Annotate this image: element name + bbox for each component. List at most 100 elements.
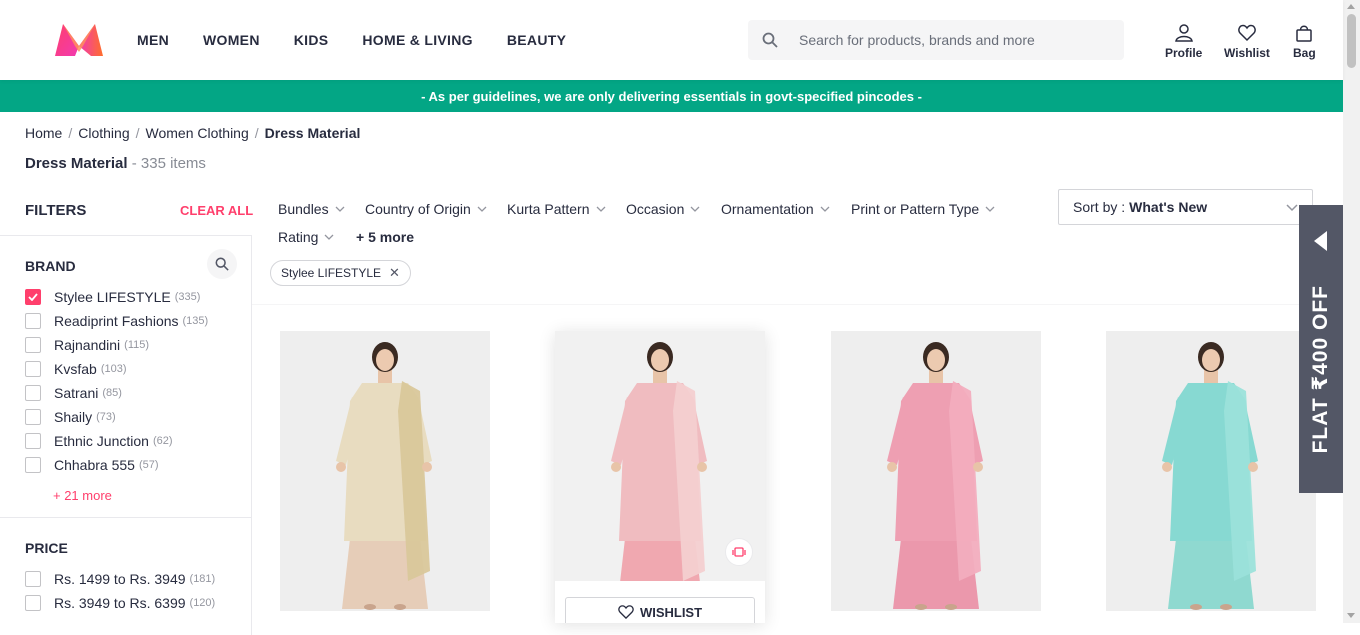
price-option[interactable]: Rs. 1499 to Rs. 3949 (181) [25, 571, 215, 587]
filter-country-of-origin[interactable]: Country of Origin [365, 201, 487, 217]
more-filters-link[interactable]: + 5 more [356, 229, 414, 245]
nav-home-living[interactable]: HOME & LIVING [362, 32, 472, 48]
brand-option-count: (103) [100, 363, 127, 375]
filter-bundles[interactable]: Bundles [278, 201, 345, 217]
filter-rating[interactable]: Rating [278, 229, 334, 245]
chevron-down-icon [596, 206, 605, 212]
filter-ornamentation[interactable]: Ornamentation [721, 201, 830, 217]
checkbox[interactable] [25, 313, 41, 329]
checkbox[interactable] [25, 337, 41, 353]
search-input[interactable] [799, 32, 1099, 48]
brand-search-button[interactable] [207, 249, 237, 279]
scrollbar-thumb[interactable] [1347, 14, 1356, 68]
item-count: - 335 items [131, 155, 206, 172]
chevron-down-icon [985, 206, 995, 212]
profile-label: Profile [1165, 46, 1203, 60]
page-scrollbar[interactable] [1343, 0, 1360, 623]
wishlist-button[interactable]: Wishlist [1224, 24, 1270, 60]
offer-tab[interactable]: FLAT ₹400 OFF [1299, 205, 1343, 493]
card-wishlist-button[interactable]: WISHLIST [565, 597, 755, 623]
sort-value: What's New [1129, 199, 1208, 215]
brand-option-label: Shaily [54, 409, 93, 425]
product-image[interactable] [1106, 331, 1316, 611]
price-option-count: (181) [189, 573, 216, 585]
checkbox[interactable] [25, 409, 41, 425]
check-icon [28, 293, 38, 301]
page-title-text: Dress Material [25, 155, 128, 172]
brand-option-label: Rajnandini [54, 337, 121, 353]
checkbox[interactable] [25, 433, 41, 449]
checkbox[interactable] [25, 385, 41, 401]
sort-dropdown[interactable]: Sort by : What's New [1058, 189, 1313, 225]
brand-option[interactable]: Stylee LIFESTYLE (335) [25, 289, 200, 305]
product-card[interactable] [1106, 331, 1316, 611]
brand-option[interactable]: Shaily (73) [25, 409, 116, 425]
brand-option-label: Stylee LIFESTYLE [54, 289, 171, 305]
brand-option[interactable]: Readiprint Fashions (135) [25, 313, 208, 329]
nav-women[interactable]: WOMEN [203, 32, 260, 48]
similar-icon [732, 547, 746, 557]
chevron-down-icon [325, 234, 334, 240]
price-option-label: Rs. 1499 to Rs. 3949 [54, 571, 186, 587]
filter-kurta-pattern[interactable]: Kurta Pattern [507, 201, 606, 217]
checkbox[interactable] [25, 457, 41, 473]
crumb-home[interactable]: Home [25, 125, 62, 141]
bag-label: Bag [1293, 46, 1316, 60]
product-image[interactable] [280, 331, 490, 611]
scroll-down-icon[interactable] [1347, 613, 1355, 618]
applied-filter-chip: Stylee LIFESTYLE ✕ [270, 260, 411, 286]
filter-label: Country of Origin [365, 201, 471, 217]
brand-option-count: (57) [138, 459, 159, 471]
product-card[interactable] [831, 331, 1041, 611]
filter-occasion[interactable]: Occasion [626, 201, 700, 217]
nav-men[interactable]: MEN [137, 32, 169, 48]
checkbox[interactable] [25, 595, 41, 611]
breadcrumb: Home / Clothing / Women Clothing / Dress Ma… [25, 125, 360, 141]
brand-option-label: Ethnic Junction [54, 433, 149, 449]
page-title: Dress Material - 335 items [25, 155, 206, 172]
brand-option-count: (135) [182, 315, 209, 327]
price-filter-title: PRICE [25, 540, 68, 556]
checkbox[interactable] [25, 361, 41, 377]
product-card[interactable]: WISHLIST [555, 331, 765, 623]
view-similar-button[interactable] [725, 538, 753, 566]
brand-option-count: (115) [124, 339, 150, 351]
brand-option-label: Kvsfab [54, 361, 97, 377]
brand-option-label: Chhabra 555 [54, 457, 135, 473]
nav-beauty[interactable]: BEAUTY [507, 32, 566, 48]
filter-label: Kurta Pattern [507, 201, 590, 217]
filter-sidebar: BRAND Stylee LIFESTYLE (335) Readiprint Fa… [0, 235, 252, 635]
myntra-logo[interactable] [53, 22, 105, 58]
main-nav: MEN WOMEN KIDS HOME & LIVING BEAUTY [137, 0, 600, 80]
filter-print-or-pattern-type[interactable]: Print or Pattern Type [851, 201, 995, 217]
checkbox[interactable] [25, 571, 41, 587]
brand-more-link[interactable]: + 21 more [53, 488, 112, 503]
search-icon[interactable] [748, 32, 792, 48]
filter-label: Occasion [626, 201, 685, 217]
nav-kids[interactable]: KIDS [294, 32, 329, 48]
heart-icon [618, 605, 634, 619]
profile-button[interactable]: Profile [1165, 24, 1202, 60]
brand-option-label: Satrani [54, 385, 99, 401]
brand-option[interactable]: Kvsfab (103) [25, 361, 127, 377]
product-card[interactable] [280, 331, 490, 611]
brand-option-label: Readiprint Fashions [54, 313, 179, 329]
chevron-down-icon [335, 206, 345, 212]
brand-option[interactable]: Satrani (85) [25, 385, 122, 401]
delivery-banner: - As per guidelines, we are only deliver… [0, 80, 1343, 112]
wishlist-label: Wishlist [1224, 46, 1270, 60]
crumb-clothing[interactable]: Clothing [78, 125, 129, 141]
scroll-up-icon[interactable] [1347, 4, 1355, 9]
filters-heading: FILTERS [25, 202, 87, 219]
brand-option[interactable]: Rajnandini (115) [25, 337, 149, 353]
clear-all-button[interactable]: CLEAR ALL [180, 203, 253, 218]
checkbox[interactable] [25, 289, 41, 305]
product-image[interactable] [831, 331, 1041, 611]
brand-option[interactable]: Chhabra 555 (57) [25, 457, 159, 473]
brand-option[interactable]: Ethnic Junction (62) [25, 433, 173, 449]
close-icon[interactable]: ✕ [389, 265, 400, 281]
price-option[interactable]: Rs. 3949 to Rs. 6399 (120) [25, 595, 215, 611]
bag-button[interactable]: Bag [1293, 24, 1316, 60]
crumb-women-clothing[interactable]: Women Clothing [146, 125, 249, 141]
applied-filter-label: Stylee LIFESTYLE [281, 266, 382, 280]
